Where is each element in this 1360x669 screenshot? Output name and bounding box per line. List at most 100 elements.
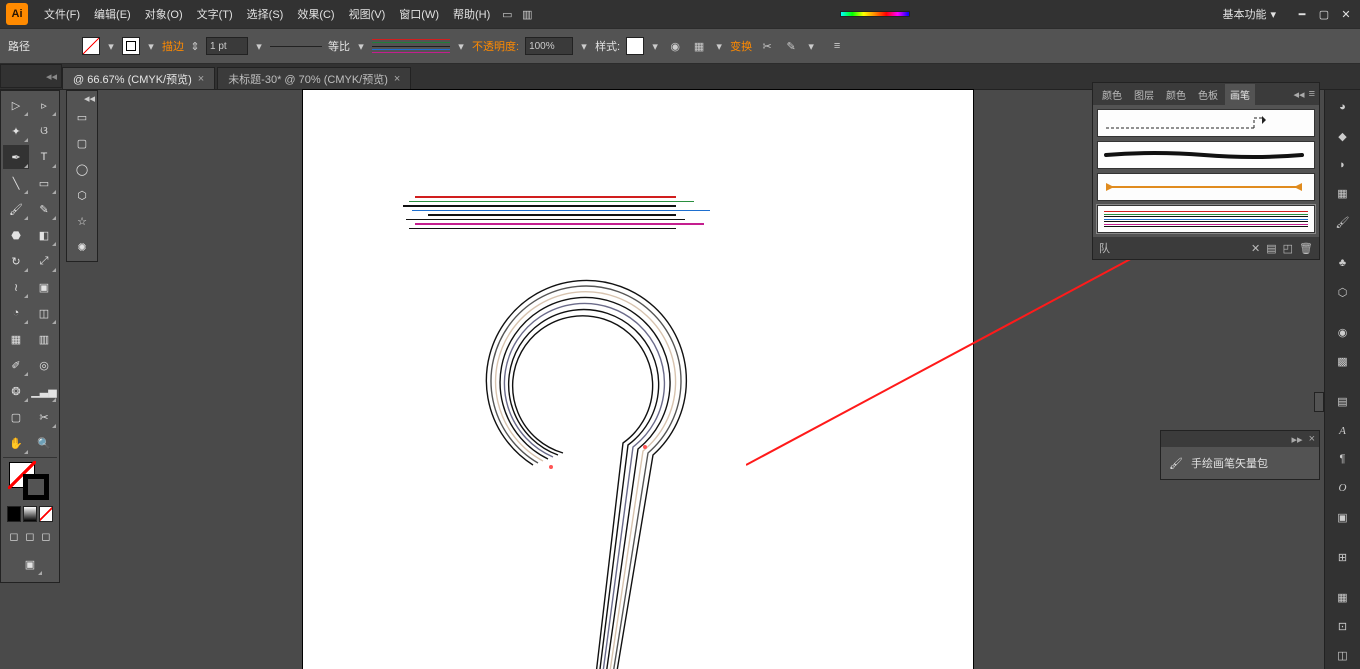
- brush-item-selected[interactable]: [1097, 205, 1315, 233]
- rectangle-tool[interactable]: ▭: [31, 171, 57, 195]
- links-panel-icon[interactable]: ◫: [1329, 642, 1357, 669]
- menu-effect[interactable]: 效果(C): [291, 2, 340, 26]
- brush-dropdown[interactable]: ▾: [456, 41, 466, 51]
- align-dropdown[interactable]: ▾: [714, 41, 724, 51]
- appearance-panel-icon[interactable]: ◉: [1329, 319, 1357, 346]
- panel-menu-icon[interactable]: ≡: [828, 37, 846, 55]
- type-panel-icon[interactable]: A: [1329, 417, 1357, 444]
- eraser-tool[interactable]: ◧: [31, 223, 57, 247]
- menu-help[interactable]: 帮助(H): [447, 2, 496, 26]
- stroke-weight-input[interactable]: [206, 37, 248, 55]
- window-maximize-button[interactable]: ▢: [1316, 7, 1332, 21]
- transparency-panel-icon[interactable]: ▩: [1329, 348, 1357, 375]
- brush-libraries-icon[interactable]: 队: [1099, 240, 1110, 256]
- panel-tab-layers[interactable]: 图层: [1129, 84, 1159, 105]
- transform-label[interactable]: 变换: [730, 38, 752, 54]
- hand-tool[interactable]: ✋: [3, 431, 29, 455]
- swatches-panel-icon[interactable]: ◆: [1329, 123, 1357, 150]
- screen-mode[interactable]: ▣: [3, 548, 57, 580]
- pathfinder-panel-icon[interactable]: ▦: [1329, 585, 1357, 612]
- transform-panel-icon[interactable]: ⊞: [1329, 544, 1357, 571]
- slice-tool[interactable]: ✂: [31, 405, 57, 429]
- mesh-tool[interactable]: ▦: [3, 327, 29, 351]
- document-tab[interactable]: @ 66.67% (CMYK/预览) ×: [62, 67, 215, 89]
- blob-brush-tool[interactable]: ⬣: [3, 223, 29, 247]
- close-icon[interactable]: ×: [198, 73, 204, 85]
- collapse-right-icon[interactable]: ◂◂: [46, 70, 57, 83]
- layers-panel-icon[interactable]: ▤: [1329, 388, 1357, 415]
- paragraph-panel-icon[interactable]: ¶: [1329, 446, 1357, 473]
- flare-shape[interactable]: ✺: [69, 235, 95, 259]
- star-shape[interactable]: ☆: [69, 209, 95, 233]
- remove-brush-icon[interactable]: ✕: [1251, 242, 1260, 255]
- eyedropper-tool[interactable]: ✐: [3, 353, 29, 377]
- window-minimize-button[interactable]: ━: [1294, 7, 1310, 21]
- doc-setup-icon[interactable]: ▭: [498, 5, 516, 23]
- menu-window[interactable]: 窗口(W): [393, 2, 445, 26]
- shape-builder-tool[interactable]: ◔: [3, 301, 29, 325]
- rectangle-shape[interactable]: ▭: [69, 105, 95, 129]
- workspace-switcher[interactable]: 基本功能▾: [1214, 3, 1284, 25]
- opentype-panel-icon[interactable]: O: [1329, 475, 1357, 502]
- graphic-styles-icon[interactable]: ⬡: [1329, 279, 1357, 306]
- graph-tool[interactable]: ▁▃▅: [31, 379, 57, 403]
- recolor-icon[interactable]: ◉: [666, 37, 684, 55]
- style-dropdown[interactable]: ▾: [650, 41, 660, 51]
- direct-selection-tool[interactable]: ▹: [31, 93, 57, 117]
- menu-file[interactable]: 文件(F): [38, 2, 86, 26]
- draw-normal[interactable]: ◻: [7, 528, 21, 544]
- artboard[interactable]: [303, 90, 973, 669]
- more-dropdown[interactable]: ▾: [806, 41, 816, 51]
- opacity-dropdown[interactable]: ▾: [579, 41, 589, 51]
- menu-object[interactable]: 对象(O): [139, 2, 189, 26]
- paintbrush-tool[interactable]: 🖌: [3, 197, 29, 221]
- width-tool[interactable]: ≀: [3, 275, 29, 299]
- stroke-weight-dropdown[interactable]: ▾: [254, 41, 264, 51]
- stroke-dropdown[interactable]: ▾: [146, 41, 156, 51]
- panel-menu-icon[interactable]: ≡: [1309, 88, 1315, 101]
- brush-options-icon[interactable]: ▤: [1266, 242, 1276, 255]
- panel-tab-color[interactable]: 颜色: [1097, 84, 1127, 105]
- collapse-icon[interactable]: ▸▸: [1292, 433, 1303, 446]
- blend-tool[interactable]: ◎: [31, 353, 57, 377]
- artboards-panel-icon[interactable]: ⊡: [1329, 613, 1357, 640]
- window-close-button[interactable]: ✕: [1338, 7, 1354, 21]
- fill-dropdown[interactable]: ▾: [106, 41, 116, 51]
- pen-tool[interactable]: ✒: [3, 145, 29, 169]
- color-panel-icon[interactable]: ◕: [1329, 94, 1357, 121]
- ellipse-shape[interactable]: ◯: [69, 157, 95, 181]
- type-tool[interactable]: T: [31, 145, 57, 169]
- menu-edit[interactable]: 编辑(E): [88, 2, 137, 26]
- menu-view[interactable]: 视图(V): [343, 2, 392, 26]
- collapse-icon[interactable]: ◂◂: [84, 92, 95, 105]
- draw-behind[interactable]: ◻: [23, 528, 37, 544]
- panel-tab-swatches[interactable]: 色板: [1193, 84, 1223, 105]
- brush-preview[interactable]: [372, 39, 450, 53]
- edit-icon[interactable]: ✎: [782, 37, 800, 55]
- brush-item[interactable]: [1097, 109, 1315, 137]
- draw-inside[interactable]: ◻: [39, 528, 53, 544]
- fill-stroke-control[interactable]: [3, 460, 57, 502]
- lasso-tool[interactable]: ଓ: [31, 119, 57, 143]
- brush-item[interactable]: [1097, 141, 1315, 169]
- graphic-style-picker[interactable]: [626, 37, 644, 55]
- profile-dropdown[interactable]: ▾: [356, 41, 366, 51]
- symbol-sprayer-tool[interactable]: ❂: [3, 379, 29, 403]
- document-tab[interactable]: 未标题-30* @ 70% (CMYK/预览) ×: [217, 67, 411, 89]
- gradient-panel-icon[interactable]: ▦: [1329, 181, 1357, 208]
- scale-tool[interactable]: ⤢: [31, 249, 57, 273]
- align-panel-icon[interactable]: ▣: [1329, 504, 1357, 531]
- rounded-rect-shape[interactable]: ▢: [69, 131, 95, 155]
- isolate-icon[interactable]: ✂: [758, 37, 776, 55]
- magic-wand-tool[interactable]: ✦: [3, 119, 29, 143]
- panel-tab-color2[interactable]: 颜色: [1161, 84, 1191, 105]
- color-mode-none[interactable]: [39, 506, 53, 522]
- close-icon[interactable]: ×: [394, 73, 400, 85]
- panel-tab-brushes[interactable]: 画笔: [1225, 84, 1255, 105]
- opacity-input[interactable]: [525, 37, 573, 55]
- selection-tool[interactable]: ▷: [3, 93, 29, 117]
- stroke-picker[interactable]: [122, 37, 140, 55]
- brush-item[interactable]: [1097, 173, 1315, 201]
- rotate-tool[interactable]: ↻: [3, 249, 29, 273]
- library-panel-body[interactable]: 🖌 手绘画笔矢量包: [1161, 447, 1319, 479]
